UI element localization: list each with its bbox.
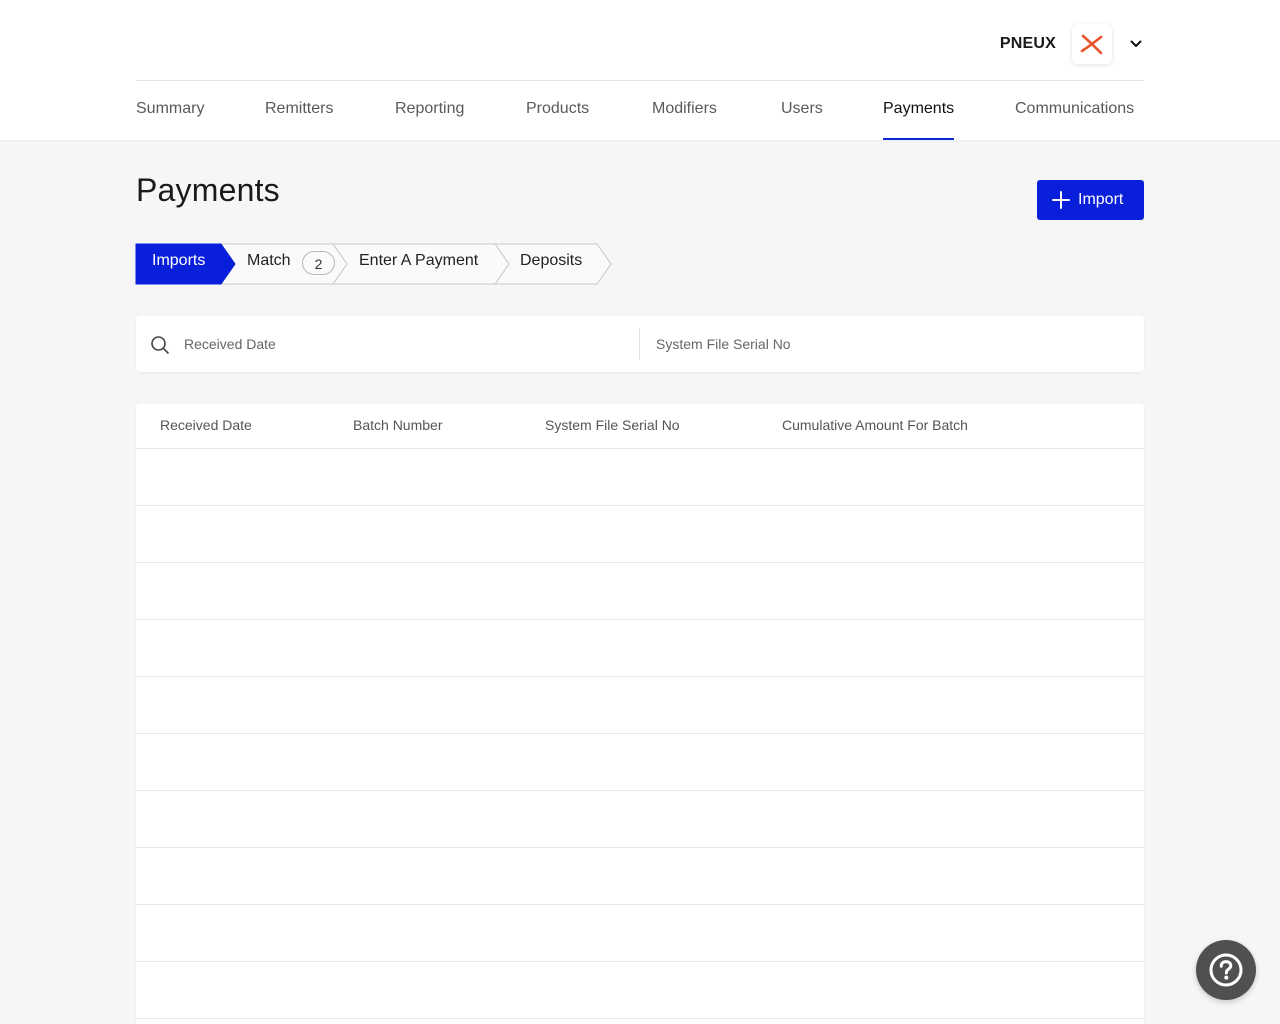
- received-date-filter-input[interactable]: [184, 324, 624, 364]
- table-row[interactable]: [136, 677, 1144, 734]
- table-row[interactable]: [136, 791, 1144, 848]
- step-enter-a-payment[interactable]: Enter A Payment: [359, 243, 478, 285]
- serial-no-filter-input[interactable]: [656, 324, 1126, 364]
- table-body: [136, 449, 1144, 1019]
- nav-payments[interactable]: Payments: [883, 81, 955, 140]
- import-button[interactable]: Import: [1037, 180, 1144, 220]
- table-row[interactable]: [136, 620, 1144, 677]
- help-question-icon: [1209, 953, 1243, 987]
- filter-bar: [136, 316, 1144, 372]
- search-icon: [150, 335, 170, 355]
- nav-products[interactable]: Products: [526, 81, 589, 140]
- payment-steps: Imports Match 2 Enter A Payment Deposits: [135, 243, 615, 285]
- main-nav: Summary Remitters Reporting Products Mod…: [136, 81, 1144, 140]
- nav-communications[interactable]: Communications: [1015, 81, 1134, 140]
- nav-reporting[interactable]: Reporting: [395, 81, 464, 140]
- step-imports[interactable]: Imports: [152, 243, 205, 285]
- step-deposits[interactable]: Deposits: [520, 243, 582, 285]
- table-header: Received Date Batch Number System File S…: [136, 404, 1144, 449]
- account-switcher[interactable]: PNEUX: [1000, 24, 1144, 64]
- brand-logo: [1072, 24, 1112, 64]
- nav-modifiers[interactable]: Modifiers: [652, 81, 717, 140]
- column-header-cumulative-amount[interactable]: Cumulative Amount For Batch: [782, 404, 968, 449]
- top-header: PNEUX Summary Remitters Reporting Produc…: [0, 0, 1280, 140]
- table-row[interactable]: [136, 905, 1144, 962]
- column-header-system-file-serial-no[interactable]: System File Serial No: [545, 404, 680, 449]
- table-row[interactable]: [136, 449, 1144, 506]
- nav-summary[interactable]: Summary: [136, 81, 204, 140]
- step-match[interactable]: Match: [247, 243, 291, 285]
- brand-x-logo-icon: [1080, 34, 1103, 55]
- plus-icon: [1052, 191, 1070, 209]
- table-row[interactable]: [136, 962, 1144, 1019]
- table-row[interactable]: [136, 506, 1144, 563]
- chevron-down-icon[interactable]: [1128, 36, 1144, 52]
- account-name: PNEUX: [999, 35, 1056, 52]
- filter-separator: [639, 328, 640, 360]
- page-title: Payments: [136, 172, 280, 208]
- help-button[interactable]: [1196, 940, 1256, 1000]
- nav-remitters[interactable]: Remitters: [265, 81, 333, 140]
- imports-table: Received Date Batch Number System File S…: [136, 404, 1144, 1024]
- table-row[interactable]: [136, 848, 1144, 905]
- column-header-batch-number[interactable]: Batch Number: [353, 404, 442, 449]
- match-count-badge: 2: [302, 251, 335, 275]
- import-button-label: Import: [1078, 191, 1124, 208]
- table-row[interactable]: [136, 734, 1144, 791]
- column-header-received-date[interactable]: Received Date: [160, 404, 252, 449]
- table-row[interactable]: [136, 563, 1144, 620]
- nav-users[interactable]: Users: [781, 81, 823, 140]
